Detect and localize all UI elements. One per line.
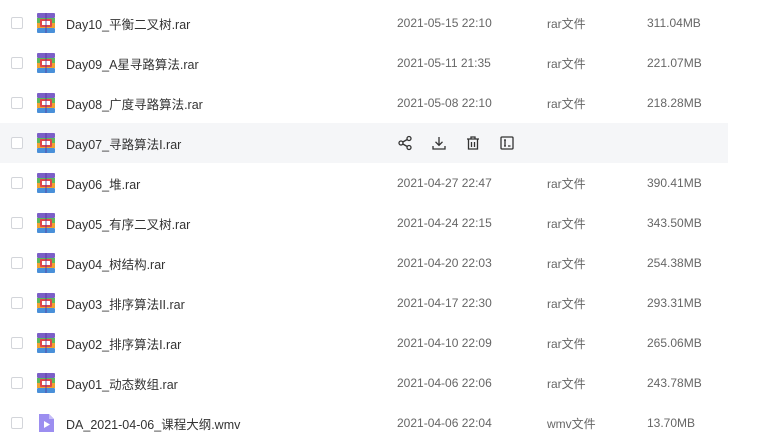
file-type: rar文件 — [547, 376, 586, 391]
file-type: rar文件 — [547, 256, 586, 271]
share-icon[interactable] — [396, 134, 414, 152]
file-row[interactable]: Day06_堆.rar 2021-04-27 22:47 rar文件 390.41MB — [0, 163, 728, 203]
file-size: 265.06MB — [647, 336, 702, 350]
row-checkbox[interactable] — [11, 137, 23, 149]
file-type: wmv文件 — [547, 416, 596, 431]
file-type: rar文件 — [547, 176, 586, 191]
file-row[interactable]: Day02_排序算法I.rar 2021-04-10 22:09 rar文件 265.… — [0, 323, 728, 363]
file-date: 2021-05-11 21:35 — [397, 56, 491, 70]
file-date: 2021-05-15 22:10 — [397, 16, 492, 30]
row-checkbox[interactable] — [11, 217, 23, 229]
file-type: rar文件 — [547, 296, 586, 311]
file-date: 2021-04-17 22:30 — [397, 296, 492, 310]
file-date: 2021-05-08 22:10 — [397, 96, 492, 110]
row-checkbox[interactable] — [11, 297, 23, 309]
row-checkbox[interactable] — [11, 377, 23, 389]
file-date: 2021-04-24 22:15 — [397, 216, 492, 230]
file-row[interactable]: Day04_树结构.rar 2021-04-20 22:03 rar文件 254.38… — [0, 243, 728, 283]
file-type: rar文件 — [547, 336, 586, 351]
file-name[interactable]: Day03_排序算法II.rar — [66, 294, 185, 313]
file-name[interactable]: Day10_平衡二叉树.rar — [66, 14, 190, 33]
file-row[interactable]: Day07_寻路算法I.rar — [0, 123, 728, 163]
file-date: 2021-04-06 22:06 — [397, 376, 492, 390]
file-name[interactable]: Day01_动态数组.rar — [66, 374, 178, 393]
file-type: rar文件 — [547, 216, 586, 231]
rar-archive-icon — [36, 133, 56, 153]
file-name[interactable]: Day05_有序二叉树.rar — [66, 214, 190, 233]
file-row[interactable]: Day08_广度寻路算法.rar 2021-05-08 22:10 rar文件 218… — [0, 83, 728, 123]
download-icon[interactable] — [430, 134, 448, 152]
rar-archive-icon — [36, 53, 56, 73]
file-row[interactable]: Day03_排序算法II.rar 2021-04-17 22:30 rar文件 293… — [0, 283, 728, 323]
file-type: rar文件 — [547, 16, 586, 31]
file-size: 218.28MB — [647, 96, 702, 110]
row-checkbox[interactable] — [11, 177, 23, 189]
file-date: 2021-04-10 22:09 — [397, 336, 492, 350]
file-row[interactable]: Day01_动态数组.rar 2021-04-06 22:06 rar文件 243.7… — [0, 363, 728, 403]
row-checkbox[interactable] — [11, 57, 23, 69]
file-name[interactable]: Day09_A星寻路算法.rar — [66, 54, 199, 73]
file-type: rar文件 — [547, 96, 586, 111]
file-row[interactable]: Day05_有序二叉树.rar 2021-04-24 22:15 rar文件 343.… — [0, 203, 728, 243]
row-checkbox[interactable] — [11, 97, 23, 109]
rar-archive-icon — [36, 253, 56, 273]
rar-archive-icon — [36, 293, 56, 313]
file-type: rar文件 — [547, 56, 586, 71]
file-name[interactable]: Day02_排序算法I.rar — [66, 334, 181, 353]
file-size: 293.31MB — [647, 296, 702, 310]
row-checkbox[interactable] — [11, 417, 23, 429]
file-row[interactable]: Day10_平衡二叉树.rar 2021-05-15 22:10 rar文件 311.… — [0, 3, 728, 43]
row-checkbox[interactable] — [11, 257, 23, 269]
rar-archive-icon — [36, 13, 56, 33]
file-row[interactable]: Day09_A星寻路算法.rar 2021-05-11 21:35 rar文件 221… — [0, 43, 728, 83]
file-size: 343.50MB — [647, 216, 702, 230]
row-checkbox[interactable] — [11, 337, 23, 349]
file-size: 311.04MB — [647, 16, 701, 30]
file-size: 221.07MB — [647, 56, 702, 70]
file-size: 254.38MB — [647, 256, 702, 270]
file-list: Day10_平衡二叉树.rar 2021-05-15 22:10 rar文件 311.… — [0, 0, 769, 442]
file-name[interactable]: Day07_寻路算法I.rar — [66, 134, 181, 153]
rar-archive-icon — [36, 173, 56, 193]
rename-icon[interactable] — [498, 134, 516, 152]
file-name[interactable]: Day08_广度寻路算法.rar — [66, 94, 203, 113]
video-file-icon — [36, 413, 56, 433]
rar-archive-icon — [36, 93, 56, 113]
file-name[interactable]: DA_2021-04-06_课程大纲.wmv — [66, 414, 240, 433]
file-name[interactable]: Day06_堆.rar — [66, 174, 140, 193]
file-name[interactable]: Day04_树结构.rar — [66, 254, 165, 273]
file-date: 2021-04-20 22:03 — [397, 256, 492, 270]
file-date: 2021-04-06 22:04 — [397, 416, 492, 430]
file-size: 13.70MB — [647, 416, 696, 430]
rar-archive-icon — [36, 213, 56, 233]
file-size: 243.78MB — [647, 376, 702, 390]
row-actions — [396, 134, 532, 152]
rar-archive-icon — [36, 373, 56, 393]
file-size: 390.41MB — [647, 176, 702, 190]
file-date: 2021-04-27 22:47 — [397, 176, 492, 190]
file-row[interactable]: DA_2021-04-06_课程大纲.wmv 2021-04-06 22:04 wm… — [0, 403, 728, 442]
rar-archive-icon — [36, 333, 56, 353]
row-checkbox[interactable] — [11, 17, 23, 29]
delete-icon[interactable] — [464, 134, 482, 152]
